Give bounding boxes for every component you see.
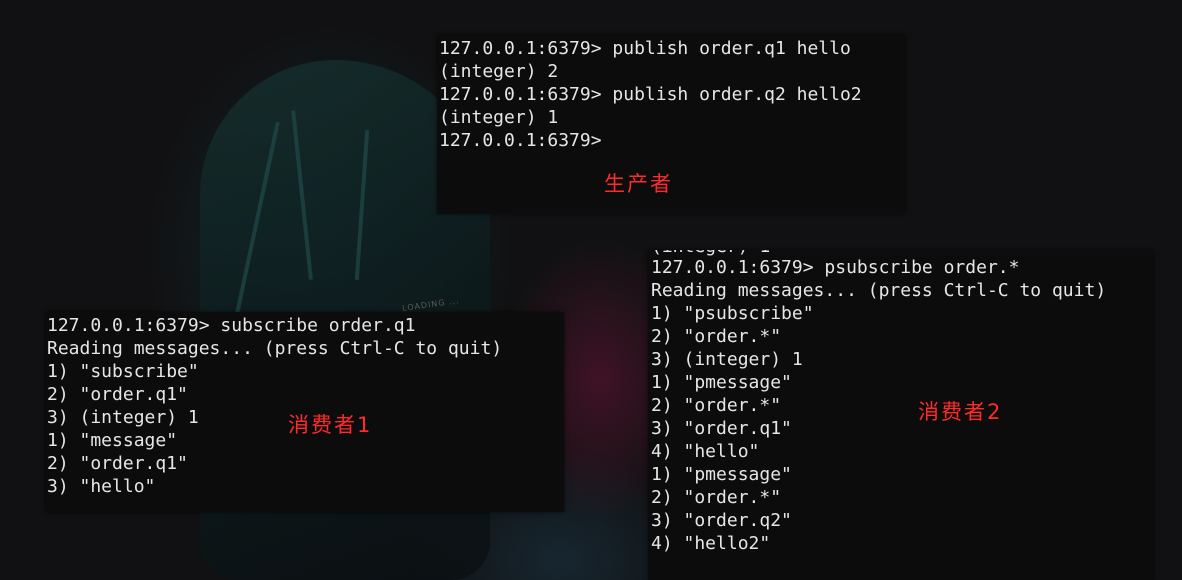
- terminal-line: 3) "order.q1": [651, 418, 792, 439]
- terminal-line: 3) "order.q2": [651, 510, 792, 531]
- consumer2-terminal-window[interactable]: (integer) 1 127.0.0.1:6379> psubscribe o…: [648, 250, 1154, 580]
- terminal-line: 1) "message": [47, 430, 178, 451]
- terminal-line: Reading messages... (press Ctrl-C to qui…: [47, 338, 503, 359]
- terminal-prompt[interactable]: 127.0.0.1:6379>: [439, 129, 862, 152]
- terminal-line: 1) "subscribe": [47, 361, 199, 382]
- terminal-line: 3) (integer) 1: [47, 407, 199, 428]
- consumer1-terminal-output: 127.0.0.1:6379> subscribe order.q1 Readi…: [47, 314, 502, 498]
- terminal-line: 4) "hello2": [651, 533, 771, 554]
- terminal-line: 1) "pmessage": [651, 464, 792, 485]
- terminal-line: 1) "pmessage": [651, 372, 792, 393]
- terminal-line: 127.0.0.1:6379> psubscribe order.*: [651, 257, 1020, 278]
- terminal-line: 2) "order.q1": [47, 384, 188, 405]
- consumer1-label: 消费者1: [288, 413, 373, 437]
- consumer2-label: 消费者2: [918, 400, 1003, 424]
- terminal-line: 4) "hello": [651, 441, 760, 462]
- consumer1-terminal-window[interactable]: 127.0.0.1:6379> subscribe order.q1 Readi…: [45, 312, 564, 512]
- terminal-line: 127.0.0.1:6379> subscribe order.q1: [47, 315, 416, 336]
- terminal-line: (integer) 1: [439, 107, 559, 128]
- terminal-line: 2) "order.*": [651, 395, 782, 416]
- consumer2-terminal-output: 127.0.0.1:6379> psubscribe order.* Readi…: [651, 256, 1106, 555]
- producer-terminal-window[interactable]: 127.0.0.1:6379> publish order.q1 hello (…: [437, 35, 905, 214]
- producer-label: 生产者: [604, 172, 673, 196]
- terminal-line: 2) "order.*": [651, 326, 782, 347]
- terminal-line: Reading messages... (press Ctrl-C to qui…: [651, 280, 1107, 301]
- terminal-line: 2) "order.*": [651, 487, 782, 508]
- producer-terminal-output: 127.0.0.1:6379> publish order.q1 hello (…: [439, 37, 862, 152]
- terminal-line: (integer) 2: [439, 61, 559, 82]
- terminal-line: 3) "hello": [47, 476, 156, 497]
- terminal-line: 1) "psubscribe": [651, 303, 814, 324]
- terminal-line: 3) (integer) 1: [651, 349, 803, 370]
- terminal-line: 127.0.0.1:6379> publish order.q1 hello: [439, 38, 851, 59]
- terminal-line: 127.0.0.1:6379> publish order.q2 hello2: [439, 84, 862, 105]
- terminal-line: 2) "order.q1": [47, 453, 188, 474]
